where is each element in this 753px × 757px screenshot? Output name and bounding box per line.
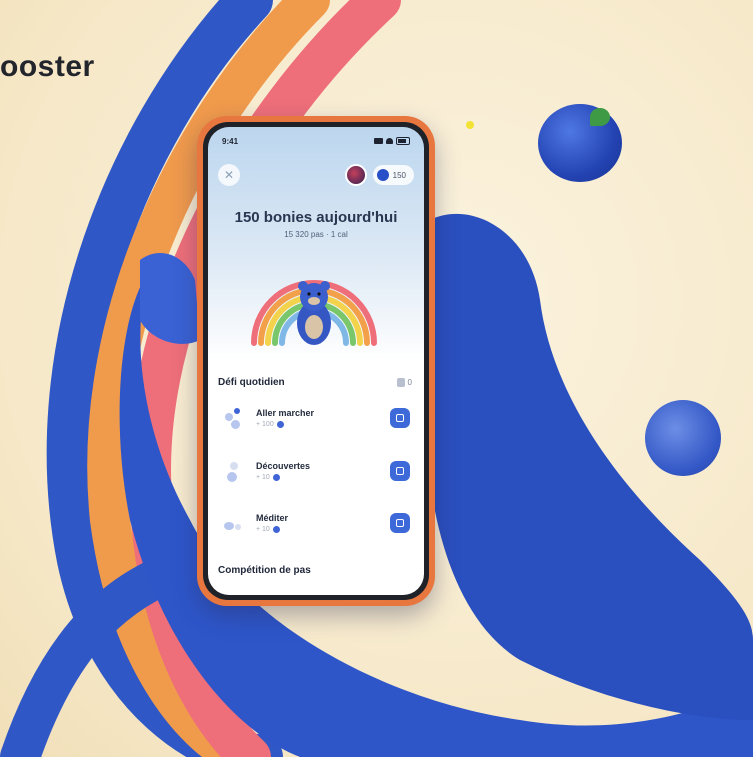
challenge-title: Aller marcher bbox=[256, 408, 315, 418]
top-right-group: 150 bbox=[344, 164, 414, 186]
leaf-decor bbox=[590, 108, 610, 126]
daily-points-headline: 150 bonies aujourd'hui bbox=[234, 209, 398, 226]
arrow-icon bbox=[396, 519, 404, 527]
close-icon: ✕ bbox=[223, 168, 235, 182]
coin-icon bbox=[272, 526, 280, 533]
app-screen: 9:41 ✕ 150 150 bonies aujourd'hui 15 320… bbox=[208, 127, 424, 595]
meditate-icon bbox=[222, 510, 248, 536]
small-ball-decor bbox=[645, 400, 721, 476]
challenge-action-button[interactable] bbox=[390, 461, 410, 481]
close-button[interactable]: ✕ bbox=[218, 164, 240, 186]
phone-bezel: 9:41 ✕ 150 150 bonies aujourd'hui 15 320… bbox=[203, 122, 429, 600]
daily-challenge-title: Défi quotidien bbox=[218, 377, 285, 388]
avatar[interactable] bbox=[344, 164, 367, 186]
discover-icon bbox=[222, 458, 248, 484]
coin-icon bbox=[276, 421, 284, 428]
challenge-action-button[interactable] bbox=[390, 408, 410, 428]
challenge-item-discover[interactable]: Découvertes + 10 bbox=[222, 453, 410, 489]
challenge-reward: + 100 bbox=[256, 421, 390, 428]
step-competition-title: Compétition de pas bbox=[218, 565, 311, 576]
challenge-reward: + 10 bbox=[256, 474, 390, 481]
challenge-title: Découvertes bbox=[256, 461, 311, 471]
rainbow-mascot-illustration bbox=[244, 255, 384, 347]
daily-challenge-count: 0 bbox=[407, 378, 412, 387]
signal-icon bbox=[374, 138, 383, 144]
brand-title: ooster bbox=[0, 50, 95, 83]
arrow-icon bbox=[396, 414, 404, 422]
trophy-icon bbox=[396, 378, 405, 387]
status-time: 9:41 bbox=[222, 136, 239, 146]
challenge-title: Méditer bbox=[256, 513, 289, 523]
app-top-row: ✕ 150 bbox=[218, 161, 414, 189]
points-badge[interactable]: 150 bbox=[372, 165, 414, 185]
rainbow-illustration bbox=[251, 280, 377, 346]
challenge-text: Méditer + 10 bbox=[248, 513, 390, 533]
status-icons bbox=[374, 137, 410, 145]
challenge-item-meditate[interactable]: Méditer + 10 bbox=[222, 505, 410, 541]
promo-scene: ooster 9:41 ✕ 150 150 bonies aujourd'hui… bbox=[0, 0, 753, 757]
challenge-text: Aller marcher + 100 bbox=[248, 408, 390, 428]
daily-steps-subline: 15 320 pas · 1 cal bbox=[284, 230, 348, 239]
coin-icon bbox=[272, 474, 280, 481]
walk-icon bbox=[222, 405, 248, 431]
status-bar: 9:41 bbox=[222, 135, 410, 147]
arrow-icon bbox=[396, 467, 404, 475]
challenge-action-button[interactable] bbox=[390, 513, 410, 533]
battery-icon bbox=[396, 137, 410, 145]
challenge-text: Découvertes + 10 bbox=[248, 461, 390, 481]
phone-mockup: 9:41 ✕ 150 150 bonies aujourd'hui 15 320… bbox=[197, 116, 435, 606]
challenge-item-walk[interactable]: Aller marcher + 100 bbox=[222, 400, 410, 436]
points-coin-icon bbox=[376, 169, 389, 181]
challenge-reward: + 10 bbox=[256, 526, 390, 533]
wifi-icon bbox=[386, 138, 393, 144]
daily-challenge-counter: 0 bbox=[396, 378, 412, 387]
points-value: 150 bbox=[392, 170, 406, 180]
